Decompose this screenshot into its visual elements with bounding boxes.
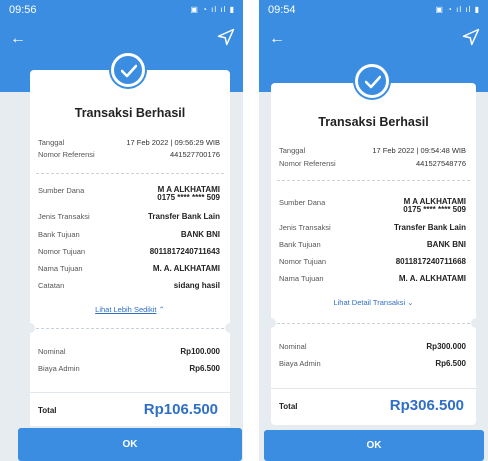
sumber-dana-account: 0175 **** **** 509 [157,193,220,202]
toggle-details-link[interactable]: Lihat Lebih Sedikit ⌃ [30,305,230,314]
chevron-up-icon: ⌃ [158,305,165,314]
bank-tujuan-value: BANK BNI [180,230,220,239]
nama-tujuan-label: Nama Tujuan [38,264,83,273]
sumber-dana-value: M A ALKHATAMI 0175 **** **** 509 [157,186,220,202]
nominal-value: Rp100.000 [180,347,220,356]
bank-tujuan-value: BANK BNI [426,240,466,249]
referensi-label: Nomor Referensi [38,150,95,159]
arrow-left-icon[interactable]: ← [10,30,26,48]
catatan-value: sidang hasil [173,281,220,290]
sumber-dana-account: 0175 **** **** 509 [403,205,466,214]
nominal-value: Rp300.000 [426,342,466,351]
receipt-notch [266,318,276,328]
receipt-card: Transaksi Berhasil Tanggal 17 Feb 2022 |… [25,70,235,422]
referensi-value: 441527548776 [415,159,466,168]
jenis-transaksi-label: Jenis Transaksi [279,223,331,232]
receipt-title: Transaksi Berhasil [318,115,429,129]
tanggal-label: Tanggal [279,146,306,155]
receipt-notch [25,323,35,333]
right-screen: 09:54 ▣ ◔ ıl ıl ▮ ← Transaksi Berhasil T… [259,0,488,461]
divider [36,328,224,329]
status-time: 09:56 [9,4,37,16]
jenis-transaksi-value: Transfer Bank Lain [147,212,220,221]
nama-tujuan-label: Nama Tujuan [279,274,324,283]
nomor-tujuan-value: 8011817240711668 [395,257,466,266]
check-icon [355,64,389,98]
jenis-transaksi-value: Transfer Bank Lain [393,223,466,232]
ok-button[interactable]: OK [264,430,484,461]
divider [36,173,224,174]
left-screen: 09:56 ▣ ◔ ıl ıl ▮ ← Transaksi Berhasil T… [0,0,243,461]
chevron-down-icon: ⌄ [407,298,414,307]
nomor-tujuan-value: 8011817240711643 [149,247,220,256]
status-bar: 09:56 ▣ ◔ ıl ıl ▮ [0,0,243,20]
nominal-label: Nominal [38,347,66,356]
bank-tujuan-label: Bank Tujuan [38,230,80,239]
receipt-card: Transaksi Berhasil Tanggal 17 Feb 2022 |… [266,83,481,425]
catatan-label: Catatan [38,281,65,290]
status-icons: ▣ ◔ ıl ıl ▮ [435,5,480,14]
total-value: Rp106.500 [143,401,218,418]
nomor-tujuan-label: Nomor Tujuan [38,247,86,256]
arrow-left-icon[interactable]: ← [269,30,285,48]
tanggal-value: 17 Feb 2022 | 09:56:29 WIB [126,138,220,147]
biaya-admin-value: Rp6.500 [189,364,220,373]
total-label: Total [38,406,57,415]
sumber-dana-label: Sumber Dana [279,198,326,207]
jenis-transaksi-label: Jenis Transaksi [38,212,90,221]
status-icons: ▣ ◔ ıl ıl ▮ [190,5,235,14]
receipt-notch [471,318,481,328]
toggle-details-link[interactable]: Lihat Detail Transaksi ⌄ [271,298,476,307]
toggle-details-label: Lihat Detail Transaksi [333,298,406,307]
receipt-title: Transaksi Berhasil [74,106,186,120]
nama-tujuan-value: M. A. ALKHATAMI [152,264,220,273]
status-time: 09:54 [268,4,296,16]
referensi-label: Nomor Referensi [279,159,336,168]
biaya-admin-label: Biaya Admin [279,359,321,368]
referensi-value: 441527700176 [169,150,220,159]
sumber-dana-label: Sumber Dana [38,186,85,195]
biaya-admin-label: Biaya Admin [38,364,80,373]
divider [277,180,470,181]
tanggal-value: 17 Feb 2022 | 09:54:48 WIB [372,146,466,155]
send-icon[interactable] [217,28,235,46]
bank-tujuan-label: Bank Tujuan [279,240,321,249]
ok-button[interactable]: OK [18,428,242,461]
check-icon [111,53,145,87]
nominal-label: Nominal [279,342,307,351]
status-bar: 09:54 ▣ ◔ ıl ıl ▮ [259,0,488,20]
toggle-details-label: Lihat Lebih Sedikit [95,305,157,314]
receipt-notch [225,323,235,333]
send-icon[interactable] [462,28,480,46]
divider [277,323,470,324]
sumber-dana-value: M A ALKHATAMI 0175 **** **** 509 [403,198,466,214]
nama-tujuan-value: M. A. ALKHATAMI [398,274,466,283]
biaya-admin-value: Rp6.500 [435,359,466,368]
total-value: Rp306.500 [389,397,464,414]
total-bar: Total Rp306.500 [271,388,476,422]
tanggal-label: Tanggal [38,138,65,147]
nomor-tujuan-label: Nomor Tujuan [279,257,327,266]
total-label: Total [279,402,298,411]
total-bar: Total Rp106.500 [30,392,230,426]
